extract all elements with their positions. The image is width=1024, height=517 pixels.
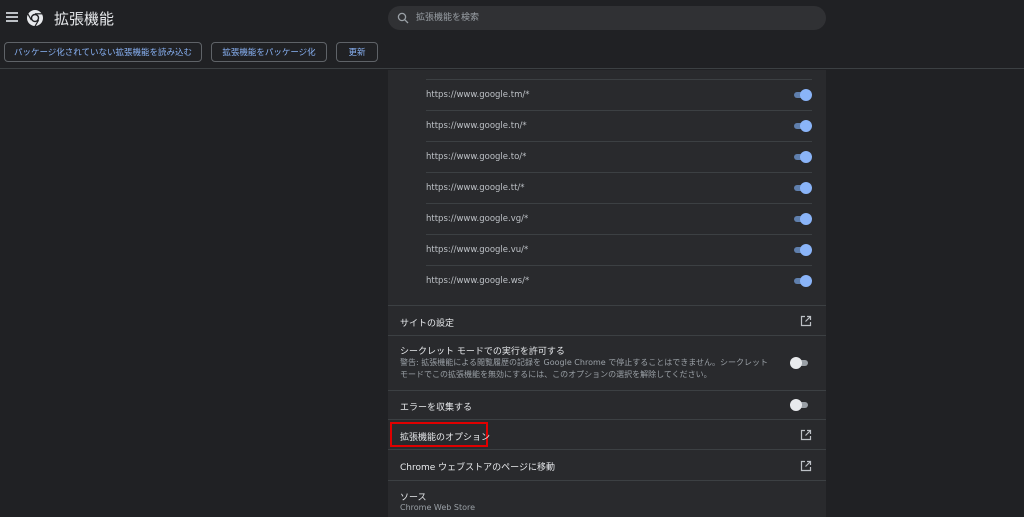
- site-url: https://www.google.tt/*: [426, 183, 525, 193]
- search-icon: [397, 12, 409, 24]
- web-store-link: Chrome ウェブストアのページに移動: [400, 463, 555, 473]
- site-access-row: https://www.google.vg/*: [426, 203, 812, 234]
- web-store-row[interactable]: Chrome ウェブストアのページに移動: [388, 449, 826, 480]
- site-toggle[interactable]: [792, 244, 812, 256]
- pack-extension-button[interactable]: 拡張機能をパッケージ化: [211, 42, 327, 62]
- chrome-logo-icon: [27, 10, 43, 27]
- developer-toolbar: パッケージ化されていない拡張機能を読み込む 拡張機能をパッケージ化 更新: [0, 37, 1024, 69]
- open-in-new-icon[interactable]: [800, 460, 812, 472]
- site-url: https://www.google.to/*: [426, 152, 527, 162]
- page-title: 拡張機能: [54, 10, 115, 28]
- top-bar: 拡張機能: [0, 0, 1024, 37]
- incognito-warning-line-1: 警告: 拡張機能による閲覧履歴の記録を Google Chrome で停止するこ…: [400, 358, 768, 367]
- site-settings-row[interactable]: サイトの設定: [388, 305, 826, 335]
- search-box[interactable]: [388, 6, 826, 30]
- site-toggle[interactable]: [792, 120, 812, 132]
- load-unpacked-button[interactable]: パッケージ化されていない拡張機能を読み込む: [4, 42, 202, 62]
- site-url: https://www.google.ws/*: [426, 276, 530, 286]
- site-toggle[interactable]: [792, 275, 812, 287]
- site-url: https://www.google.tm/*: [426, 90, 530, 100]
- site-url: https://www.google.vu/*: [426, 245, 529, 255]
- incognito-row: シークレット モードでの実行を許可する 警告: 拡張機能による閲覧履歴の記録を …: [388, 335, 826, 390]
- source-value: Chrome Web Store: [400, 503, 476, 512]
- source-row: ソース Chrome Web Store: [388, 480, 826, 517]
- collect-errors-row: エラーを収集する: [388, 390, 826, 419]
- site-access-row: https://www.google.to/*: [426, 141, 812, 172]
- update-button[interactable]: 更新: [336, 42, 378, 62]
- site-access-row: https://www.google.tn/*: [426, 110, 812, 141]
- site-access-row: https://www.google.tm/*: [426, 79, 812, 110]
- incognito-warning-line-2: モードでこの拡張機能を無効にするには、このオプションの選択を解除してください。: [400, 370, 712, 379]
- search-input[interactable]: [416, 6, 816, 30]
- extension-details-card: https://www.google.tm/* https://www.goog…: [388, 70, 826, 517]
- hamburger-menu-icon[interactable]: [6, 12, 18, 22]
- site-access-row: https://www.google.tt/*: [426, 172, 812, 203]
- extension-options-label: 拡張機能のオプション: [400, 433, 491, 443]
- extension-options-row[interactable]: 拡張機能のオプション: [388, 419, 826, 449]
- incognito-toggle[interactable]: [790, 357, 810, 369]
- collect-errors-label: エラーを収集する: [400, 403, 473, 413]
- open-in-new-icon[interactable]: [800, 429, 812, 441]
- site-access-row: https://www.google.vu/*: [426, 234, 812, 265]
- incognito-title: シークレット モードでの実行を許可する: [400, 347, 565, 357]
- site-access-row: https://www.google.ws/*: [426, 265, 812, 296]
- open-in-new-icon[interactable]: [800, 315, 812, 327]
- site-url: https://www.google.tn/*: [426, 121, 527, 131]
- collect-errors-toggle[interactable]: [790, 399, 810, 411]
- site-settings-label: サイトの設定: [400, 319, 455, 329]
- site-toggle[interactable]: [792, 151, 812, 163]
- site-toggle[interactable]: [792, 213, 812, 225]
- site-toggle[interactable]: [792, 182, 812, 194]
- site-toggle[interactable]: [792, 89, 812, 101]
- site-url: https://www.google.vg/*: [426, 214, 529, 224]
